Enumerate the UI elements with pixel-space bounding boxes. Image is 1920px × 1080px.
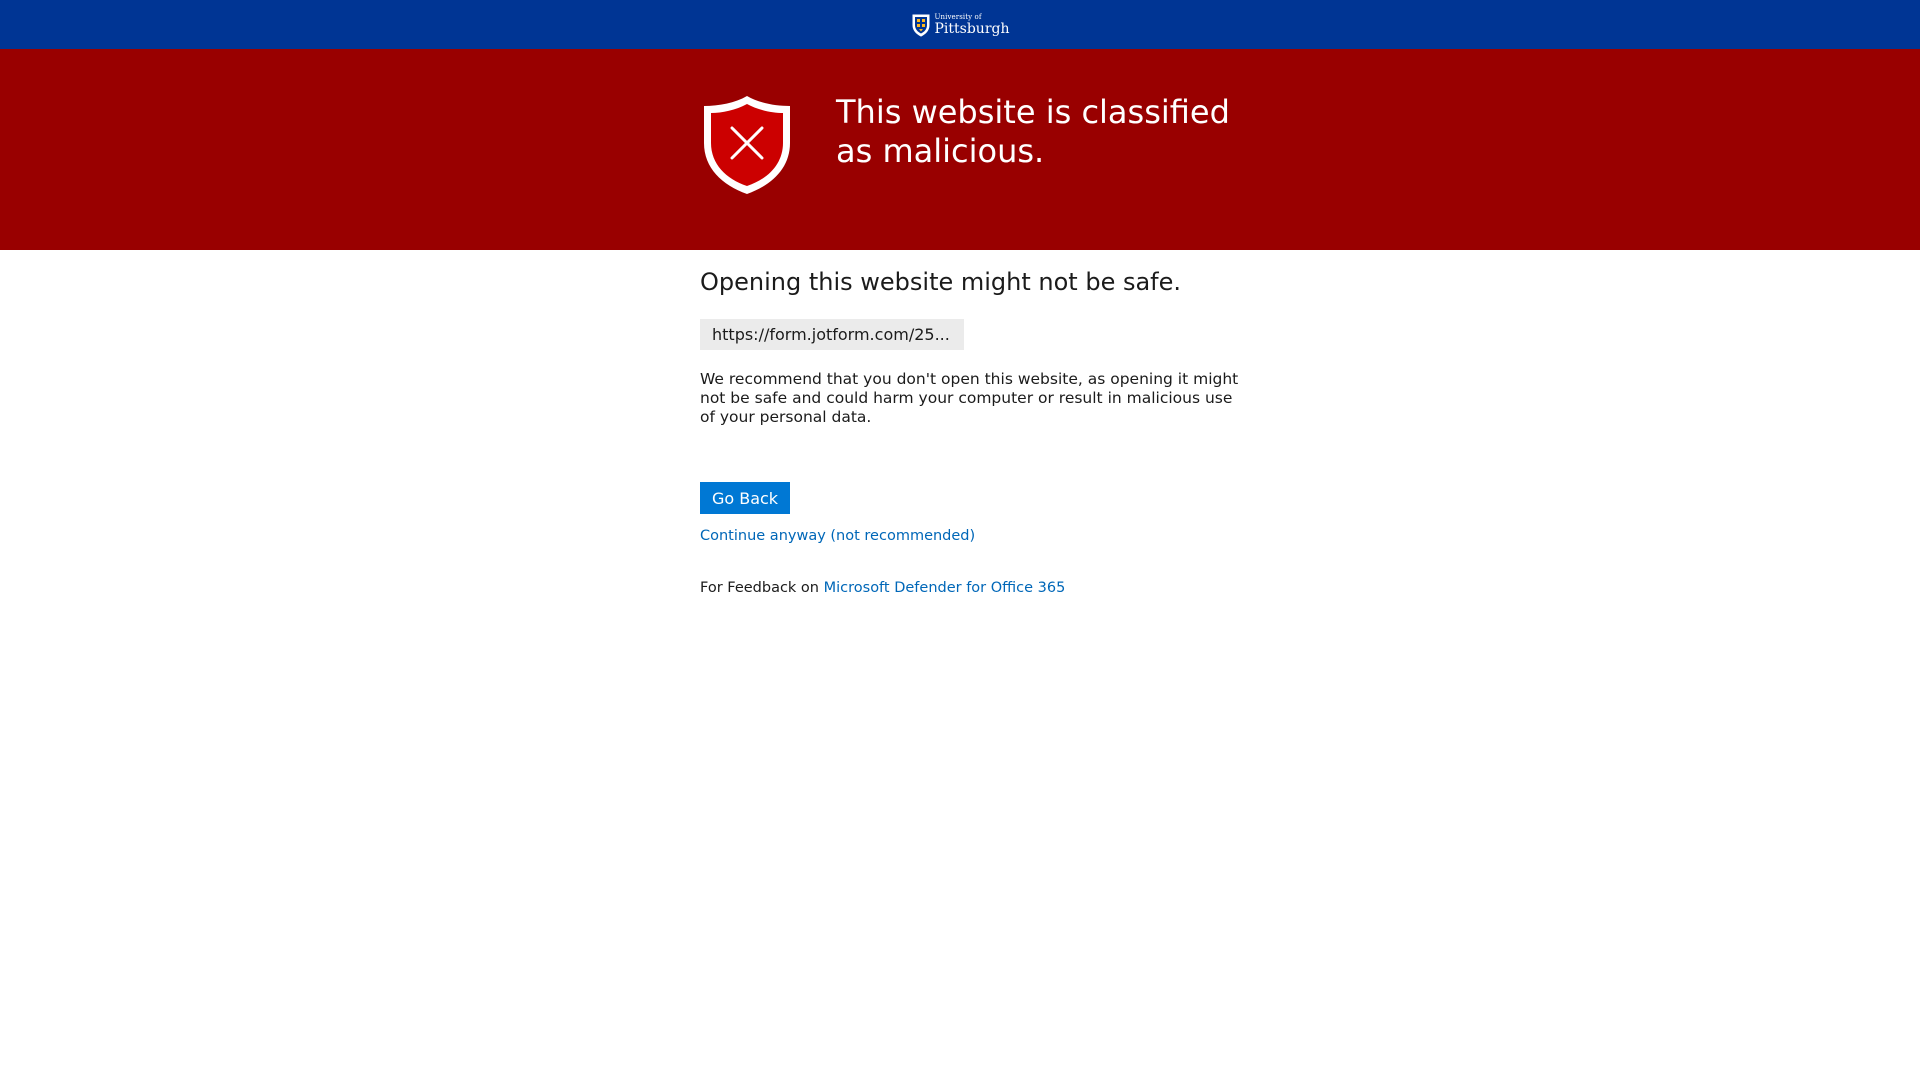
blocked-url: https://form.jotform.com/25...: [712, 325, 950, 344]
logo-text: University of Pittsburgh: [934, 12, 1010, 37]
feedback-prefix: For Feedback on: [700, 580, 819, 596]
university-logo[interactable]: University of Pittsburgh: [911, 12, 1010, 37]
shield-x-icon: [704, 96, 790, 194]
warning-description: We recommend that you don't open this we…: [700, 370, 1239, 426]
university-crest-icon: [912, 14, 929, 37]
continue-anyway-link[interactable]: Continue anyway (not recommended): [700, 528, 975, 544]
feedback-link[interactable]: Microsoft Defender for Office 365: [824, 580, 1066, 596]
url-box: https://form.jotform.com/25...: [700, 319, 964, 350]
logo-line-1: University of: [934, 12, 982, 21]
top-bar: University of Pittsburgh: [0, 0, 1920, 49]
banner-title: This website is classified as malicious.: [836, 93, 1230, 170]
logo-line-2: Pittsburgh: [934, 20, 1010, 37]
warning-banner: This website is classified as malicious.: [0, 49, 1920, 250]
feedback-line: For Feedback on Microsoft Defender for O…: [700, 580, 1065, 596]
go-back-button[interactable]: Go Back: [700, 482, 790, 514]
warning-subtitle: Opening this website might not be safe.: [700, 268, 1182, 296]
